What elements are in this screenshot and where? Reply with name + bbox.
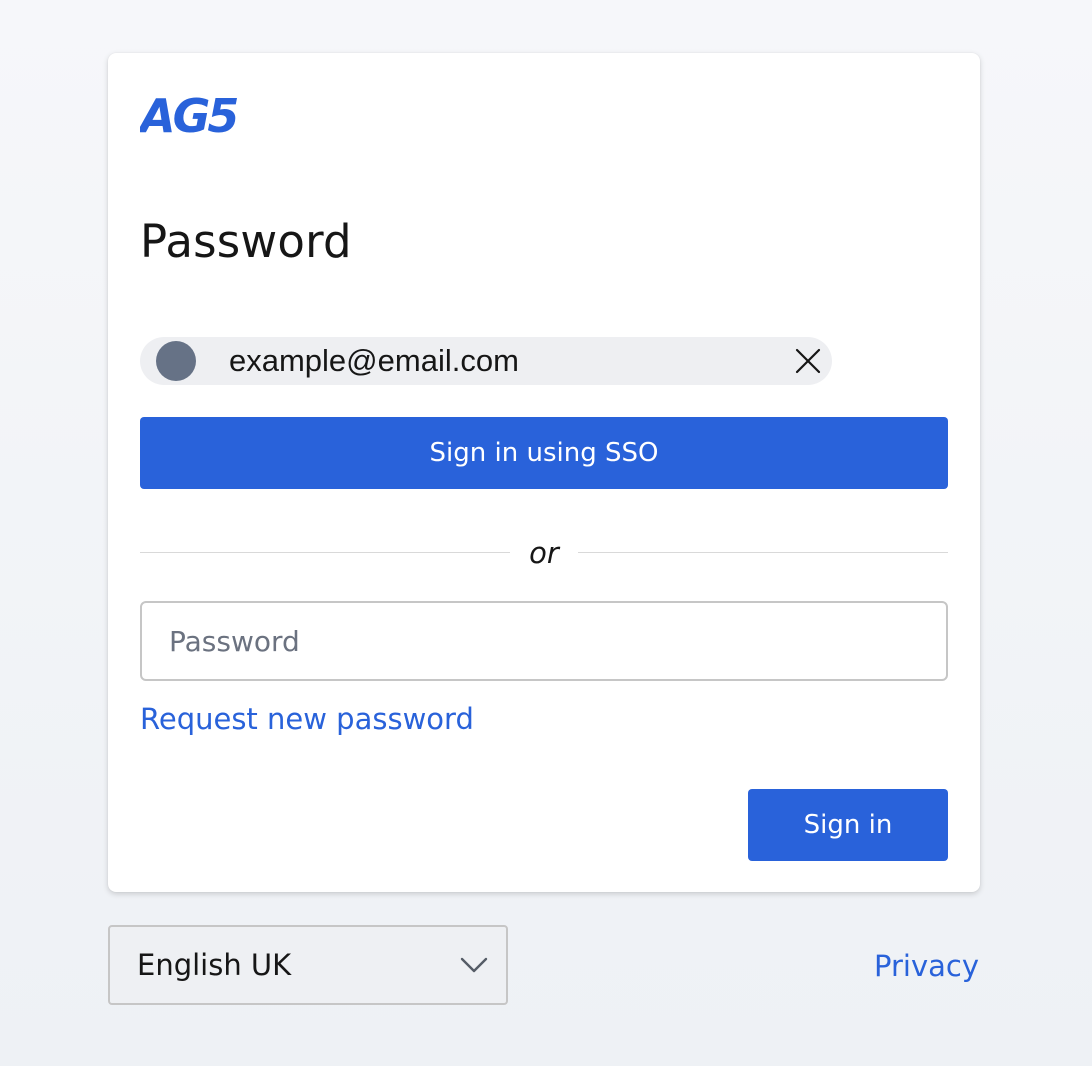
language-select[interactable]: English UK <box>108 925 508 1005</box>
close-icon[interactable] <box>790 343 826 379</box>
ag5-logo: AG5 <box>140 91 240 137</box>
login-card: AG5 Password example@email.com Sign in u… <box>108 53 980 892</box>
svg-text:AG5: AG5 <box>140 91 237 137</box>
chevron-down-icon <box>458 951 490 979</box>
or-divider: or <box>140 533 948 573</box>
sso-sign-in-button[interactable]: Sign in using SSO <box>140 417 948 489</box>
divider-label: or <box>529 536 559 570</box>
page-title: Password <box>140 215 352 268</box>
account-chip: example@email.com <box>140 337 832 385</box>
request-new-password-link[interactable]: Request new password <box>140 697 474 741</box>
language-selected-value: English UK <box>137 948 292 982</box>
account-email: example@email.com <box>229 343 519 378</box>
divider-line-left <box>140 552 510 553</box>
sign-in-button[interactable]: Sign in <box>748 789 948 861</box>
divider-line-right <box>578 552 948 553</box>
user-avatar-icon <box>156 341 196 381</box>
password-input[interactable] <box>140 601 948 681</box>
privacy-link[interactable]: Privacy <box>874 944 979 988</box>
